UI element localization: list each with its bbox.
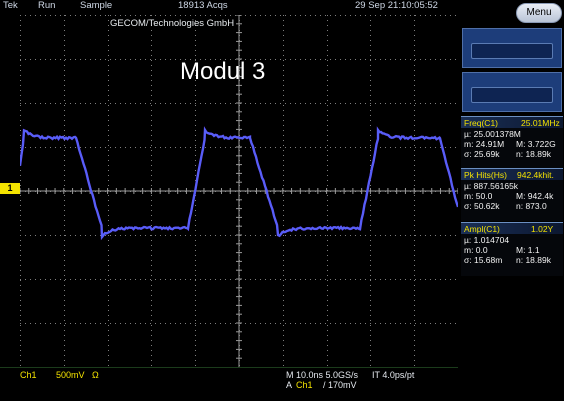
coupling-icon: Ω bbox=[92, 370, 99, 380]
trigger-source[interactable]: Ch1 bbox=[296, 380, 313, 390]
status-bar: Tek Run Sample 18913 Acqs 29 Sep 21:10:0… bbox=[0, 0, 564, 12]
run-state: Run bbox=[38, 0, 55, 12]
channel-1-marker[interactable]: 1 bbox=[0, 183, 20, 194]
trigger-mode: A bbox=[286, 380, 292, 390]
measurement-mean: µ: 25.001378M bbox=[464, 129, 521, 139]
trigger-level[interactable]: / 170mV bbox=[323, 380, 357, 390]
brand-label: Tek bbox=[3, 0, 18, 12]
measurement-count: n: 18.89k bbox=[516, 255, 551, 265]
measurement-mean: µ: 887.56165k bbox=[464, 181, 518, 191]
measurement-min: m: 50.0 bbox=[464, 191, 492, 201]
measurement-sigma: σ: 15.68m bbox=[464, 255, 502, 265]
measurement-max: M: 1.1 bbox=[516, 245, 540, 255]
measurement-min: m: 24.91M bbox=[464, 139, 504, 149]
company-label: GECOM/Technologies GmbH bbox=[110, 18, 234, 29]
measurement-pkhits[interactable]: Pk Hits(Hs) 942.4khit. µ: 887.56165k m: … bbox=[461, 168, 563, 221]
measurement-name: Pk Hits(Hs) bbox=[464, 170, 507, 180]
measurement-freq[interactable]: Freq(C1) 25.01MHz µ: 25.001378M m: 24.91… bbox=[461, 116, 563, 170]
vertical-scale[interactable]: 500mV bbox=[56, 370, 85, 380]
point-rate: IT 4.0ps/pt bbox=[372, 370, 414, 380]
timebase[interactable]: M 10.0ns 5.0GS/s bbox=[286, 370, 358, 380]
measurement-mean: µ: 1.014704 bbox=[464, 235, 509, 245]
datetime: 29 Sep 21:10:05:52 bbox=[355, 0, 438, 12]
measurement-value: 942.4khit. bbox=[517, 170, 554, 180]
measurement-name: Ampl(C1) bbox=[464, 224, 500, 234]
plot-title: Modul 3 bbox=[180, 58, 265, 86]
measurement-count: n: 873.0 bbox=[516, 201, 547, 211]
measurement-sigma: σ: 25.69k bbox=[464, 149, 500, 159]
acquisition-count: 18913 Acqs bbox=[178, 0, 228, 12]
measurement-name: Freq(C1) bbox=[464, 118, 498, 128]
side-menu-box-2[interactable] bbox=[462, 72, 562, 112]
bottom-status-bar: Ch1 500mV Ω M 10.0ns 5.0GS/s IT 4.0ps/pt… bbox=[0, 367, 458, 401]
measurement-ampl[interactable]: Ampl(C1) 1.02Y µ: 1.014704 m: 0.0 M: 1.1… bbox=[461, 222, 563, 276]
measurement-max: M: 942.4k bbox=[516, 191, 553, 201]
measurement-value: 1.02Y bbox=[531, 224, 553, 234]
acquisition-mode: Sample bbox=[80, 0, 112, 12]
side-menu-box-1[interactable] bbox=[462, 28, 562, 68]
measurement-max: M: 3.722G bbox=[516, 139, 556, 149]
measurement-sigma: σ: 50.62k bbox=[464, 201, 500, 211]
menu-button[interactable]: Menu bbox=[516, 3, 562, 23]
side-menu-field-2 bbox=[471, 87, 553, 103]
channel-label[interactable]: Ch1 bbox=[20, 370, 37, 380]
measurement-min: m: 0.0 bbox=[464, 245, 488, 255]
measurement-value: 25.01MHz bbox=[521, 118, 560, 128]
side-menu-field-1 bbox=[471, 43, 553, 59]
measurement-count: n: 18.89k bbox=[516, 149, 551, 159]
